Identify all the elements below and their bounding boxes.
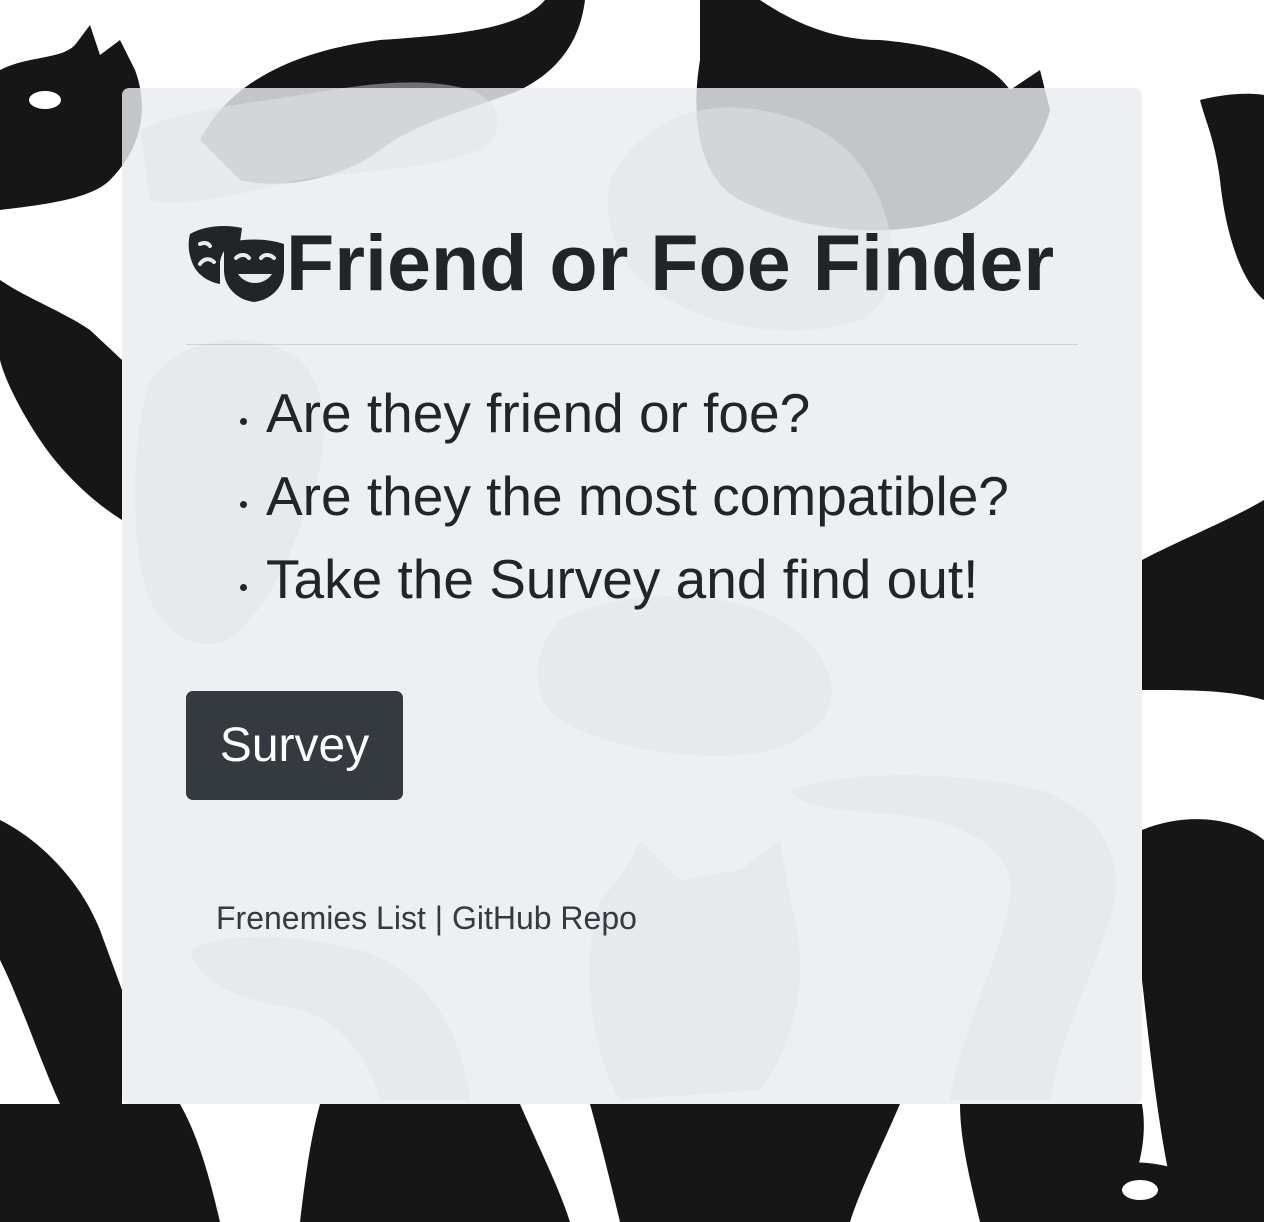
page-title: Friend or Foe Finder: [186, 218, 1054, 308]
github-repo-link[interactable]: GitHub Repo: [452, 900, 637, 936]
divider: [186, 344, 1078, 345]
feature-list: Are they friend or foe? Are they the mos…: [186, 372, 1009, 621]
list-item: Are they friend or foe?: [240, 372, 1009, 455]
survey-button[interactable]: Survey: [186, 691, 403, 800]
footer-links: Frenemies List | GitHub Repo: [216, 900, 637, 937]
page-title-text: Friend or Foe Finder: [286, 218, 1055, 307]
frenemies-list-link[interactable]: Frenemies List: [216, 900, 426, 936]
jumbotron-panel: Friend or Foe Finder Are they friend or …: [122, 88, 1142, 1104]
list-item: Take the Survey and find out!: [240, 538, 1009, 621]
link-separator: |: [434, 900, 444, 936]
list-item: Are they the most compatible?: [240, 455, 1009, 538]
theater-masks-icon: [188, 226, 284, 302]
